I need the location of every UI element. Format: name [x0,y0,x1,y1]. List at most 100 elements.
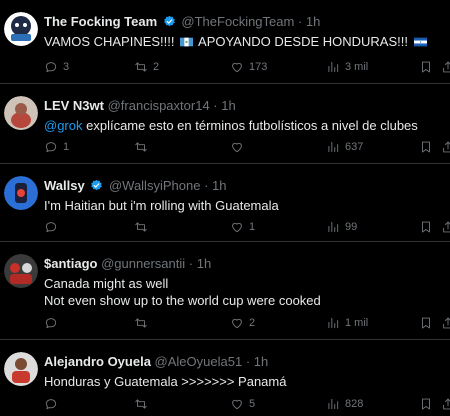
retweet-button[interactable] [134,138,153,156]
tweet-header: The Focking Team @TheFockingTeam · 1h [44,14,320,30]
guatemala-flag-icon [180,37,194,47]
tweet-item[interactable]: $antiago @gunnersantii · 1h Canada might… [0,242,450,340]
retweet-icon [134,220,148,234]
retweet-button[interactable]: 2 [134,58,159,76]
like-count: 5 [249,398,256,410]
tweet-text-part: APOYANDO DESDE HONDURAS!!! [195,34,412,49]
reply-button[interactable] [44,218,63,236]
views-button[interactable]: 1 mil [326,314,368,332]
timestamp[interactable]: 1h [306,14,320,29]
handle[interactable]: @francispaxtor14 [108,98,210,113]
handle[interactable]: @TheFockingTeam [181,14,294,29]
mention-link[interactable]: @grok [44,118,83,133]
views-button[interactable]: 99 [326,218,357,236]
verified-badge-icon [163,15,176,28]
retweet-icon [134,316,148,330]
share-button[interactable] [441,314,450,332]
like-count: 173 [249,61,268,73]
bookmark-button[interactable] [419,395,433,413]
share-icon [441,140,450,154]
reply-icon [44,220,58,234]
tweet-text-part: explícame esto en términos futbolísticos… [82,118,418,133]
reply-button[interactable] [44,395,63,413]
tweet-item[interactable]: Alejandro Oyuela @AleOyuela51 · 1h Hondu… [0,340,450,416]
retweet-button[interactable] [134,218,153,236]
share-button[interactable] [441,218,450,236]
honduras-flag-icon [413,37,427,47]
tweet-text: Canada might as well Not even show up to… [44,275,321,309]
reply-button[interactable] [44,314,63,332]
retweet-button[interactable] [134,395,153,413]
bookmark-icon [419,397,433,411]
retweet-button[interactable] [134,314,153,332]
separator: · [297,14,303,29]
handle[interactable]: @WallsyiPhone [109,178,200,193]
share-icon [441,60,450,74]
avatar[interactable] [4,176,38,210]
tweet-actions: 5 828 [44,395,450,413]
reply-icon [44,140,58,154]
retweet-icon [134,397,148,411]
bar-chart-icon [326,140,340,154]
avatar[interactable] [4,96,38,130]
tweet-text-line: Canada might as well [44,276,169,291]
bar-chart-icon [326,220,340,234]
retweet-icon [134,60,148,74]
tweet-text-part: VAMOS CHAPINES!!!! [44,34,179,49]
like-button[interactable]: 1 [230,218,255,236]
tweet-item[interactable]: The Focking Team @TheFockingTeam · 1h VA… [0,0,450,84]
tweet-item[interactable]: Wallsy @WallsyiPhone · 1h I'm Haitian bu… [0,164,450,242]
share-button[interactable] [441,395,450,413]
bookmark-button[interactable] [419,314,433,332]
views-button[interactable]: 3 mil [326,58,368,76]
separator: · [245,354,251,369]
user-photo-avatar [4,96,38,130]
bookmark-icon [419,316,433,330]
bar-chart-icon [326,397,340,411]
verified-badge-icon [90,179,103,192]
timestamp[interactable]: 1h [197,256,211,271]
separator: · [213,98,218,113]
handle[interactable]: @AleOyuela51 [155,354,243,369]
handle[interactable]: @gunnersantii [101,256,185,271]
display-name[interactable]: Alejandro Oyuela [44,354,151,369]
tweet-header: Alejandro Oyuela @AleOyuela51 · 1h [44,354,268,370]
bookmark-button[interactable] [419,138,433,156]
share-button[interactable] [441,138,450,156]
display-name[interactable]: $antiago [44,256,97,271]
views-button[interactable]: 637 [326,138,363,156]
timestamp[interactable]: 1h [221,98,235,113]
share-button[interactable] [441,58,450,76]
views-button[interactable]: 828 [326,395,363,413]
reply-button[interactable]: 1 [44,138,69,156]
tweet-text: VAMOS CHAPINES!!!! APOYANDO DESDE HONDUR… [44,33,429,50]
like-button[interactable]: 173 [230,58,267,76]
like-button[interactable]: 5 [230,395,255,413]
avatar[interactable] [4,12,38,46]
tweet-actions: 1 637 [44,138,450,156]
retweet-count: 2 [153,61,160,73]
timestamp[interactable]: 1h [254,354,268,369]
tweet-header: Wallsy @WallsyiPhone · 1h [44,178,227,194]
separator: · [204,178,209,193]
bookmark-button[interactable] [419,58,433,76]
bookmark-icon [419,220,433,234]
tweet-item[interactable]: LEV N3wt @francispaxtor14 · 1h @grok exp… [0,84,450,164]
like-button[interactable] [230,138,249,156]
tweet-text: I'm Haitian but i'm rolling with Guatema… [44,197,279,214]
bookmark-button[interactable] [419,218,433,236]
retweet-icon [134,140,148,154]
display-name[interactable]: The Focking Team [44,14,157,29]
avatar[interactable] [4,254,38,288]
tweet-text-line: Not even show up to the world cup were c… [44,293,321,308]
like-count: 2 [249,317,256,329]
reply-count: 1 [63,141,70,153]
display-name[interactable]: Wallsy [44,178,85,193]
avatar[interactable] [4,352,38,386]
like-button[interactable]: 2 [230,314,255,332]
reply-button[interactable]: 3 [44,58,69,76]
tweet-actions: 3 2 173 3 mil [44,58,450,76]
display-name[interactable]: LEV N3wt [44,98,104,113]
tweet-text: @grok explícame esto en términos futbolí… [44,117,418,134]
timestamp[interactable]: 1h [212,178,226,193]
